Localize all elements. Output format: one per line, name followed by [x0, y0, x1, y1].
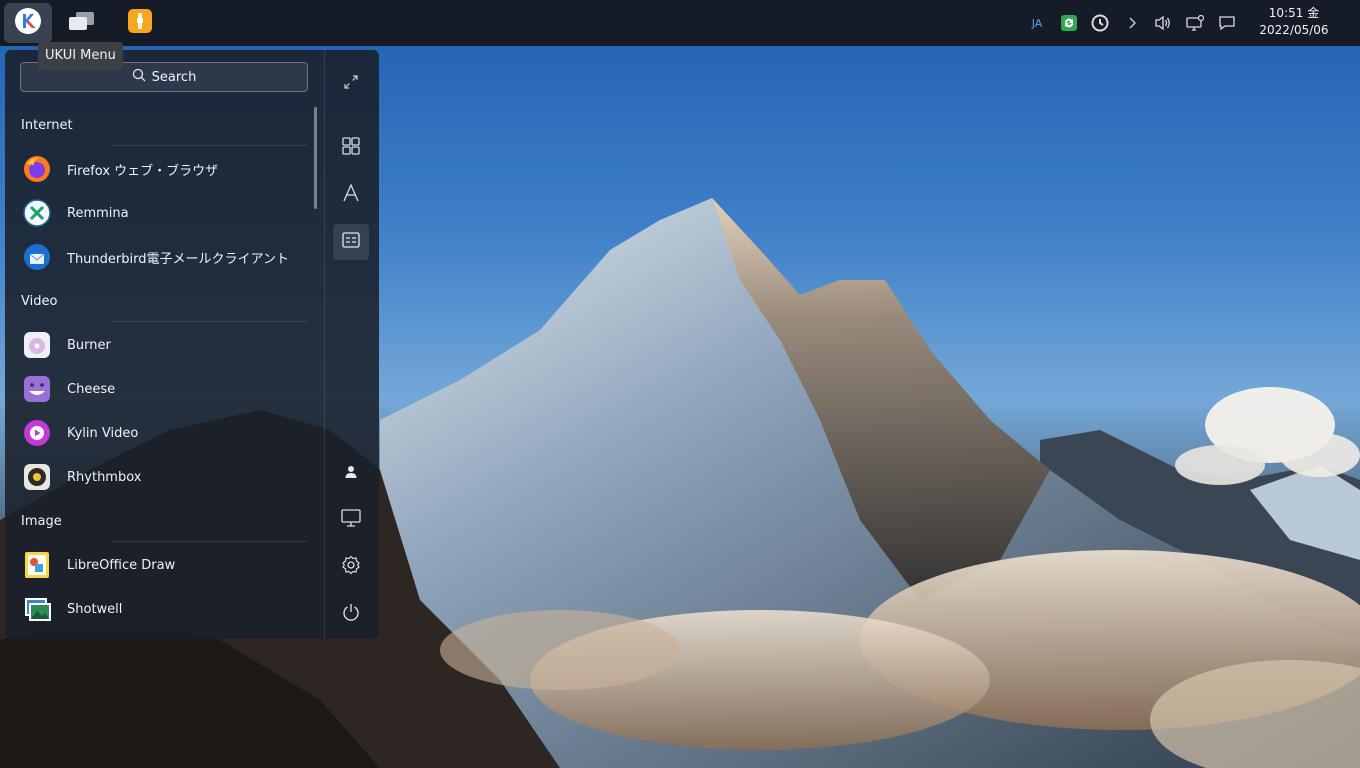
start-menu-button[interactable]	[4, 3, 52, 43]
function-sort-icon	[342, 232, 360, 252]
fullscreen-button[interactable]	[333, 66, 369, 102]
top-panel: JA 10:51 金 2022/05/06	[0, 0, 1360, 46]
app-item-thunderbird[interactable]: Thunderbird電子メールクライアント	[15, 237, 311, 277]
app-item-rhythmbox[interactable]: Rhythmbox	[15, 457, 311, 497]
clock[interactable]: 10:51 金 2022/05/06	[1254, 5, 1334, 39]
thunderbird-icon	[23, 243, 51, 271]
category-view-button[interactable]	[333, 130, 369, 166]
clock-date: 2022/05/06	[1259, 23, 1329, 37]
app-list-scrollbar[interactable]	[314, 107, 317, 209]
search-placeholder: Search	[151, 69, 197, 85]
power-button[interactable]	[333, 596, 369, 632]
clock-time: 10:51 金	[1268, 6, 1320, 20]
divider	[111, 321, 307, 322]
app-item-firefox[interactable]: Firefox ウェブ・ブラウザ	[15, 149, 311, 189]
category-header-internet[interactable]: Internet	[21, 118, 73, 133]
start-menu: Search Internet Firefox ウェブ・ブラウザ Remmina…	[5, 50, 379, 639]
task-view-button[interactable]	[58, 3, 106, 43]
computer-icon	[341, 509, 361, 531]
file-manager-icon	[127, 8, 153, 39]
network-icon[interactable]	[1184, 12, 1206, 34]
function-sort-button[interactable]	[333, 224, 369, 260]
divider	[111, 541, 307, 542]
tray-expand-chevron-icon[interactable]	[1121, 12, 1143, 34]
firefox-icon	[23, 155, 51, 183]
app-item-shotwell[interactable]: Shotwell	[15, 589, 311, 629]
app-item-cheese[interactable]: Cheese	[15, 369, 311, 409]
settings-icon	[341, 555, 361, 579]
settings-button[interactable]	[333, 549, 369, 585]
letter-sort-icon	[342, 183, 360, 206]
category-header-image[interactable]: Image	[21, 514, 62, 529]
sidebar-divider	[324, 50, 325, 639]
update-icon[interactable]	[1058, 12, 1080, 34]
user-account-button[interactable]	[333, 455, 369, 491]
divider	[111, 145, 307, 146]
app-item-libreoffice-draw[interactable]: LibreOffice Draw	[15, 545, 311, 585]
backup-restore-icon[interactable]	[1089, 12, 1111, 34]
shotwell-icon	[23, 595, 51, 623]
category-header-video[interactable]: Video	[21, 294, 57, 309]
cheese-icon	[23, 375, 51, 403]
notification-center-icon[interactable]	[1216, 12, 1238, 34]
computer-button[interactable]	[333, 502, 369, 538]
multitask-view-icon	[67, 10, 97, 37]
app-item-burner[interactable]: Burner	[15, 325, 311, 365]
app-list[interactable]: Internet Firefox ウェブ・ブラウザ Remmina Thunde…	[5, 112, 321, 639]
remmina-icon	[23, 199, 51, 227]
fullscreen-icon	[343, 74, 359, 94]
start-menu-tooltip: UKUI Menu	[38, 42, 123, 70]
ukui-logo-icon	[14, 7, 42, 40]
power-icon	[342, 603, 360, 625]
search-icon	[132, 68, 146, 86]
desktop[interactable]: JA 10:51 金 2022/05/06 UKUI Menu Search I…	[0, 0, 1360, 768]
volume-icon[interactable]	[1152, 12, 1174, 34]
burner-icon	[23, 331, 51, 359]
rhythmbox-icon	[23, 463, 51, 491]
input-method-indicator[interactable]: JA	[1026, 12, 1048, 34]
letter-sort-button[interactable]	[333, 177, 369, 213]
libreoffice-draw-icon	[23, 551, 51, 579]
app-item-remmina[interactable]: Remmina	[15, 193, 311, 233]
app-item-kylin-video[interactable]: Kylin Video	[15, 413, 311, 453]
user-icon	[344, 464, 358, 483]
category-grid-icon	[342, 137, 360, 159]
kylin-video-icon	[23, 419, 51, 447]
file-manager-button[interactable]	[116, 3, 164, 43]
